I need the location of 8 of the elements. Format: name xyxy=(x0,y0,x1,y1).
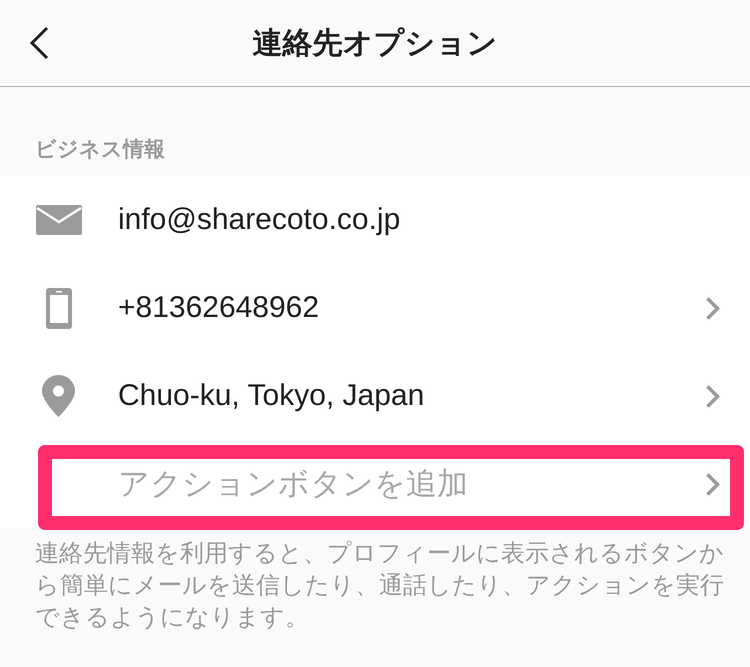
phone-icon xyxy=(46,288,72,328)
screen-title: 連絡先オプション xyxy=(252,26,498,62)
section-label: ビジネス情報 xyxy=(35,138,165,162)
location-pin-icon xyxy=(42,375,75,417)
footer-note: 連絡先情報を利用すると、プロフィールに表示されるボタンから簡単にメールを送信したり、通話したり、アクションを実行できるようになります。 xyxy=(35,539,725,633)
back-button[interactable] xyxy=(27,24,51,62)
chevron-left-icon xyxy=(29,26,49,60)
envelope-icon xyxy=(36,205,82,235)
